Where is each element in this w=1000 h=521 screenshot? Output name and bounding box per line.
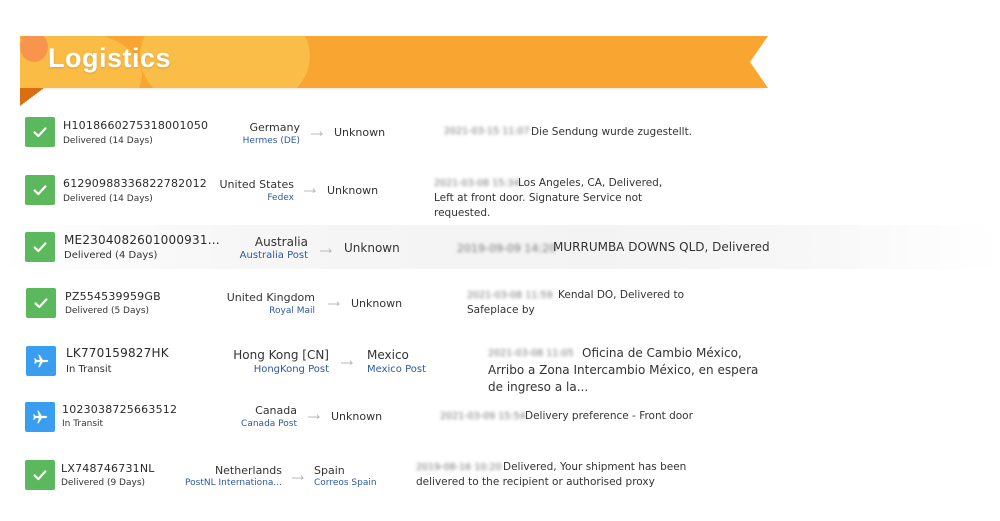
tracking-number[interactable]: 1023038725663512 <box>62 403 177 416</box>
origin-carrier[interactable]: HongKong Post <box>254 364 329 375</box>
origin-carrier[interactable]: Hermes (DE) <box>243 136 300 146</box>
origin-country: Hong Kong [CN] <box>233 348 329 362</box>
delivery-status: Delivered (9 Days) <box>61 478 146 488</box>
logistics-banner: Logistics <box>20 36 768 88</box>
delivery-status: Delivered (4 Days) <box>64 250 158 261</box>
origin-country: Netherlands <box>214 464 282 477</box>
latest-event: Los Angeles, CA, Delivered, Left at fron… <box>434 177 663 219</box>
shipment-row[interactable]: ME2304082601000931... Delivered (4 Days)… <box>0 225 1000 269</box>
destination-carrier[interactable]: Correos Spain <box>314 478 377 488</box>
delivery-status: Delivered (14 Days) <box>63 194 153 204</box>
event-time: 2021-03-09 15:54 <box>440 411 526 422</box>
airplane-icon <box>25 402 55 432</box>
tracking-number[interactable]: PZ554539959GB <box>65 290 161 303</box>
banner-shadow <box>44 88 764 91</box>
origin-carrier[interactable]: Canada Post <box>241 419 297 429</box>
shipment-row[interactable]: 1023038725663512 In Transit Canada Canad… <box>0 394 1000 442</box>
arrow-right-icon <box>304 187 318 193</box>
destination-country: Spain <box>314 464 345 477</box>
origin-country: Canada <box>255 404 297 417</box>
check-icon <box>25 232 55 262</box>
delivery-status: In Transit <box>62 419 104 429</box>
origin-country: United Kingdom <box>226 291 315 304</box>
origin-carrier[interactable]: Australia Post <box>240 250 308 261</box>
check-icon <box>25 460 55 490</box>
origin-country: Australia <box>254 235 308 249</box>
latest-event: MURRUMBA DOWNS QLD, Delivered <box>553 240 770 254</box>
arrow-right-icon <box>311 130 325 136</box>
destination-country: Unknown <box>327 184 379 197</box>
event-time: 2019-09-09 14:20 <box>457 242 557 255</box>
tracking-number[interactable]: ME2304082601000931... <box>64 233 220 247</box>
tracking-number[interactable]: 61290988336822782012 <box>63 177 207 190</box>
destination-country: Unknown <box>334 126 386 139</box>
event-time: 2021-03-15 11:07 <box>444 126 530 137</box>
origin-carrier[interactable]: PostNL Internationa... <box>185 478 282 488</box>
destination-country: Unknown <box>344 241 400 255</box>
shipment-row[interactable]: LK770159827HK In Transit Hong Kong [CN] … <box>0 337 1000 394</box>
latest-event: Kendal DO, Delivered to Safeplace by <box>467 289 684 316</box>
arrow-right-icon <box>308 413 322 419</box>
latest-event: Oficina de Cambio México, Arribo a Zona … <box>488 346 759 394</box>
destination-country: Unknown <box>351 297 403 310</box>
destination-country: Mexico <box>367 348 409 362</box>
shipment-row[interactable]: H1018660275318001050 Delivered (14 Days)… <box>0 110 1000 158</box>
airplane-icon <box>26 346 56 376</box>
arrow-right-icon <box>341 359 355 365</box>
tracking-number[interactable]: LK770159827HK <box>66 346 169 360</box>
shipment-row[interactable]: PZ554539959GB Delivered (5 Days) United … <box>0 280 1000 328</box>
arrow-right-icon <box>320 247 334 253</box>
delivery-status: Delivered (14 Days) <box>63 136 153 146</box>
latest-event: Delivered, Your shipment has been delive… <box>416 461 687 488</box>
latest-event: Delivery preference - Front door <box>525 410 693 422</box>
origin-carrier[interactable]: Fedex <box>267 193 294 203</box>
origin-country: Germany <box>249 121 300 134</box>
origin-carrier[interactable]: Royal Mail <box>269 306 315 316</box>
arrow-right-icon <box>328 300 342 306</box>
arrow-right-icon <box>292 474 306 480</box>
tracking-number[interactable]: H1018660275318001050 <box>63 119 208 132</box>
check-icon <box>26 288 56 318</box>
latest-event: Die Sendung wurde zugestellt. <box>531 126 693 138</box>
origin-country: United States <box>219 178 295 191</box>
shipment-row[interactable]: 61290988336822782012 Delivered (14 Days)… <box>0 168 1000 219</box>
check-icon <box>25 175 55 205</box>
destination-carrier[interactable]: Mexico Post <box>367 364 426 375</box>
shipment-row[interactable]: LX748746731NL Delivered (9 Days) Netherl… <box>0 452 1000 500</box>
page-title: Logistics <box>48 43 172 73</box>
delivery-status: In Transit <box>66 364 112 375</box>
banner-fold <box>20 88 44 106</box>
tracking-number[interactable]: LX748746731NL <box>61 462 155 475</box>
destination-country: Unknown <box>331 410 383 423</box>
delivery-status: Delivered (5 Days) <box>65 306 150 316</box>
check-icon <box>25 117 55 147</box>
